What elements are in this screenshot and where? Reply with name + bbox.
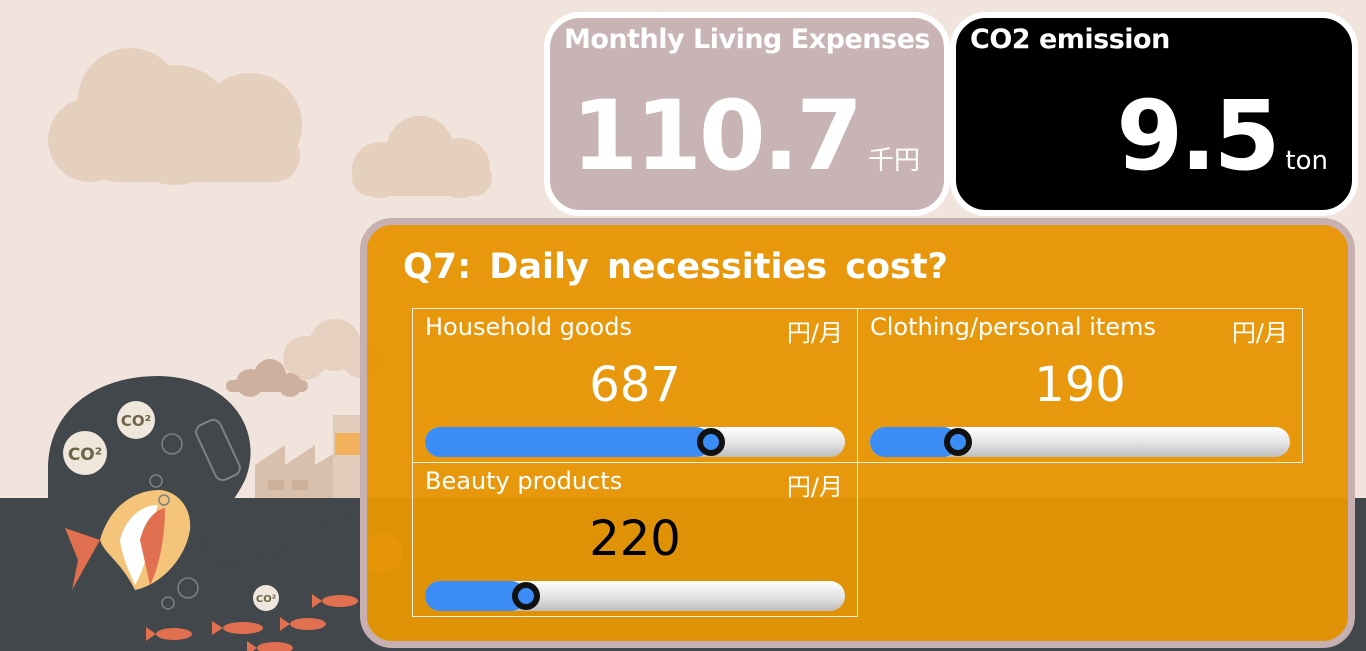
expenses-value: 110.7: [571, 80, 863, 192]
household-goods-slider[interactable]: [425, 427, 845, 457]
clothing-personal-items-label: Clothing/personal items: [870, 313, 1156, 341]
expenses-value-row: 110.7 千円: [571, 88, 920, 184]
expenses-unit: 千円: [867, 146, 920, 176]
household-goods-label: Household goods: [425, 313, 632, 341]
question-panel: Q7: Daily necessities cost? Household go…: [360, 218, 1355, 648]
clothing-personal-items-value: 190: [1034, 357, 1126, 413]
co2-title: CO2 emission: [970, 24, 1170, 55]
co2-unit: ton: [1285, 146, 1328, 176]
question-title: Q7: Daily necessities cost?: [403, 247, 948, 287]
cloud-icon: [48, 48, 302, 185]
svg-text:CO²: CO²: [256, 594, 276, 605]
beauty-products-label: Beauty products: [425, 467, 623, 495]
beauty-products-unit: 円/月: [786, 473, 843, 501]
slider-fill: [425, 427, 711, 457]
beauty-products-slider[interactable]: [425, 581, 845, 611]
slider-fill: [425, 581, 526, 611]
slider-thumb[interactable]: [511, 582, 540, 610]
cloud-icon: [352, 116, 492, 198]
expenses-title: Monthly Living Expenses: [564, 24, 930, 55]
beauty-products-value: 220: [589, 511, 681, 567]
svg-text:CO²: CO²: [121, 412, 151, 430]
co2-card: CO2 emission 9.5 ton: [950, 12, 1358, 216]
slider-thumb[interactable]: [944, 428, 973, 456]
co2-value: 9.5: [1116, 80, 1280, 192]
co2-bubble-icon: CO²: [253, 585, 279, 611]
co2-bubble-icon: CO²: [117, 401, 155, 439]
clothing-personal-items-slider[interactable]: [870, 427, 1290, 457]
expenses-card: Monthly Living Expenses 110.7 千円: [544, 12, 950, 216]
household-goods-unit: 円/月: [786, 319, 843, 347]
co2-value-row: 9.5 ton: [1116, 88, 1328, 184]
household-goods-cell: Household goods 円/月 687: [412, 308, 858, 463]
svg-text:CO²: CO²: [68, 445, 102, 465]
beauty-products-cell: Beauty products 円/月 220: [412, 462, 858, 617]
clothing-personal-items-unit: 円/月: [1231, 319, 1288, 347]
household-goods-value: 687: [589, 357, 681, 413]
clothing-personal-items-cell: Clothing/personal items 円/月 190: [857, 308, 1303, 463]
co2-bubble-icon: CO²: [63, 431, 107, 475]
slider-thumb[interactable]: [696, 428, 725, 456]
